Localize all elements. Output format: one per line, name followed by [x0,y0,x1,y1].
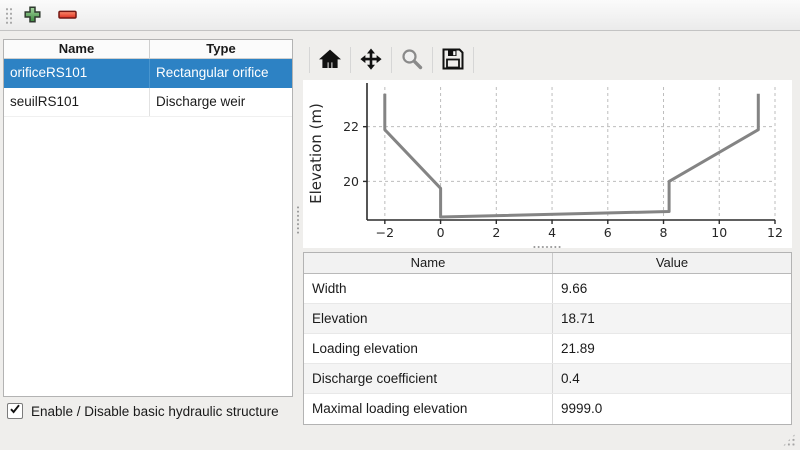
plot-pan-button[interactable] [357,46,385,74]
checkmark-icon [9,402,21,420]
add-structure-button[interactable] [20,3,45,28]
properties-table-row[interactable]: Width9.66 [304,274,791,304]
structures-table: Name Type orificeRS101Rectangular orific… [3,39,293,397]
structures-table-row[interactable]: seuilRS101Discharge weir [4,88,292,117]
y-tick-label: 22 [343,119,359,134]
main-window: Name Type orificeRS101Rectangular orific… [0,0,800,450]
property-name-cell[interactable]: Loading elevation [304,334,553,363]
plot-table-splitter-handle[interactable] [533,244,561,250]
plot-zoom-button[interactable] [398,46,426,74]
enable-structure-checkbox-label: Enable / Disable basic hydraulic structu… [31,404,279,419]
plot-home-button[interactable] [316,46,344,74]
properties-table-row[interactable]: Maximal loading elevation9999.0 [304,394,791,424]
window-resize-grip[interactable] [782,433,796,447]
property-value-cell[interactable]: 0.4 [553,364,791,393]
column-header-name[interactable]: Name [4,40,150,58]
plot-toolbar [303,44,480,76]
pan-icon [358,46,384,75]
enable-structure-checkbox-row[interactable]: Enable / Disable basic hydraulic structu… [7,403,279,419]
pane-splitter-handle[interactable] [295,205,301,235]
x-tick-label: 6 [604,225,612,240]
property-name-cell[interactable]: Width [304,274,553,303]
plot-figure: −2 0 2 4 6 8 10 12 20 22 Elevation (m) [303,80,792,248]
x-tick-label: 12 [767,225,783,240]
structures-table-row[interactable]: orificeRS101Rectangular orifice [4,59,292,88]
magnifier-icon [400,47,424,74]
column-header-type[interactable]: Type [150,40,292,58]
properties-table-row[interactable]: Loading elevation21.89 [304,334,791,364]
property-name-cell[interactable]: Discharge coefficient [304,364,553,393]
structure-type-cell[interactable]: Discharge weir [150,88,292,116]
y-tick-label: 20 [343,174,359,189]
structure-type-cell[interactable]: Rectangular orifice [150,59,292,88]
toolbar-separator [432,47,433,73]
structure-name-cell[interactable]: seuilRS101 [4,88,150,116]
cross-section-plot[interactable]: −2 0 2 4 6 8 10 12 20 22 Elevation (m) [303,80,792,248]
properties-table-header: Name Value [304,253,791,274]
toolbar-separator [309,47,310,73]
property-value-cell[interactable]: 21.89 [553,334,791,363]
enable-structure-checkbox[interactable] [7,403,23,419]
home-icon [318,47,342,74]
toolbar-drag-handle[interactable] [5,7,13,25]
x-tick-label: 10 [711,225,727,240]
remove-structure-button[interactable] [55,3,80,28]
property-value-cell[interactable]: 9.66 [553,274,791,303]
column-header-prop-value[interactable]: Value [553,253,791,273]
x-tick-label: 2 [492,225,500,240]
properties-table: Name Value Width9.66Elevation18.71Loadin… [303,252,792,425]
structures-table-body: orificeRS101Rectangular orificeseuilRS10… [4,59,292,117]
column-header-prop-name[interactable]: Name [304,253,553,273]
property-value-cell[interactable]: 18.71 [553,304,791,333]
y-axis-label: Elevation (m) [307,103,325,204]
x-tick-label: −2 [376,225,394,240]
plot-save-button[interactable] [439,46,467,74]
toolbar-separator [350,47,351,73]
properties-table-row[interactable]: Discharge coefficient0.4 [304,364,791,394]
property-value-cell[interactable]: 9999.0 [553,394,791,424]
structures-table-header: Name Type [4,40,292,59]
toolbar-separator [473,47,474,73]
x-tick-label: 4 [548,225,556,240]
x-tick-label: 0 [437,225,445,240]
toolbar-separator [391,47,392,73]
properties-table-body: Width9.66Elevation18.71Loading elevation… [304,274,791,424]
property-name-cell[interactable]: Elevation [304,304,553,333]
properties-table-row[interactable]: Elevation18.71 [304,304,791,334]
save-icon [441,47,465,74]
property-name-cell[interactable]: Maximal loading elevation [304,394,553,424]
structures-toolbar [0,0,800,31]
minus-icon [57,5,78,27]
x-tick-label: 8 [660,225,668,240]
plus-icon [23,5,42,27]
structure-name-cell[interactable]: orificeRS101 [4,59,150,88]
